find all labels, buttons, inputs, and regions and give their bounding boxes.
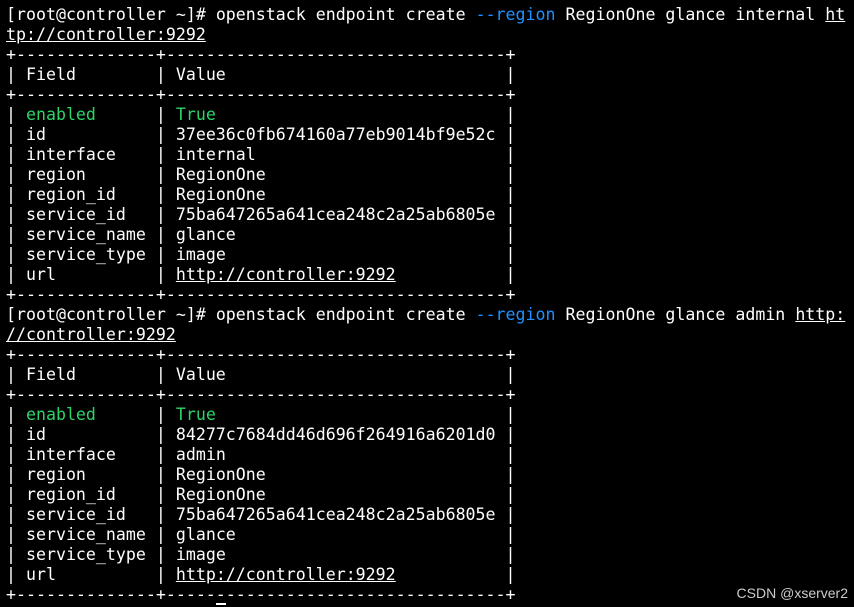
- table-cell-value: 84277c7684dd46d696f264916a6201d0: [175, 425, 496, 444]
- table-cell-field: service_name: [25, 225, 146, 244]
- table-row: | region_id | RegionOne |: [6, 185, 516, 204]
- table-header-row: | Field | Value |: [6, 65, 516, 84]
- command-text: openstack endpoint create: [215, 305, 466, 324]
- endpoint-url-link[interactable]: http:: [795, 305, 845, 324]
- endpoint-url-link[interactable]: ht: [825, 5, 845, 24]
- table-cell-value: internal: [175, 145, 256, 164]
- table-cell-field: region: [25, 165, 86, 184]
- table-cell-value: glance: [175, 525, 236, 544]
- table-cell-value[interactable]: http://controller:9292: [176, 565, 396, 584]
- table-row: | service_type | image |: [6, 545, 516, 564]
- table-cell-field: service_type: [25, 245, 146, 264]
- table-cell-field: region_id: [25, 185, 116, 204]
- command-text: openstack endpoint create: [215, 5, 466, 24]
- command-line: [root@controller ~]# openstack endpoint …: [6, 5, 854, 25]
- table-cell-field: service_name: [25, 525, 146, 544]
- table-cell-field: interface: [25, 445, 116, 464]
- table-cell-field: service_type: [25, 545, 146, 564]
- command-line-wrapped: //controller:9292: [6, 325, 854, 345]
- table-row: | service_type | image |: [6, 245, 516, 264]
- table-cell-value: True: [175, 405, 216, 424]
- table-row: | url | http://controller:9292 |: [6, 565, 516, 584]
- table-cell-value: RegionOne: [175, 485, 266, 504]
- endpoint-url-link[interactable]: tp://controller:9292: [6, 25, 206, 44]
- table-row: | id | 84277c7684dd46d696f264916a6201d0 …: [6, 425, 516, 444]
- table-border: +--------------+------------------------…: [6, 385, 854, 405]
- table-border: +--------------+------------------------…: [6, 285, 854, 305]
- command-option: --region: [475, 5, 556, 24]
- table-header-row: | Field | Value |: [6, 365, 516, 384]
- table-row: | service_id | 75ba647265a641cea248c2a25…: [6, 205, 516, 224]
- table-row: | region | RegionOne |: [6, 165, 516, 184]
- table-cell-value: image: [175, 545, 226, 564]
- table-row: | region | RegionOne |: [6, 465, 516, 484]
- table-border-text: +--------------+------------------------…: [6, 85, 516, 104]
- table-row: | service_name | glance |: [6, 225, 516, 244]
- table-cell-value: RegionOne: [175, 465, 266, 484]
- table-cell-value: glance: [175, 225, 236, 244]
- table-cell-value: 75ba647265a641cea248c2a25ab6805e: [175, 505, 496, 524]
- table-cell-field: id: [25, 125, 46, 144]
- table-cell-field: url: [25, 265, 56, 284]
- terminal-cursor: [216, 603, 226, 605]
- terminal-output[interactable]: [root@controller ~]# openstack endpoint …: [6, 5, 854, 605]
- table-cell-field: url: [25, 565, 56, 584]
- shell-prompt: [root@controller ~]#: [6, 305, 206, 324]
- table-row: | service_name | glance |: [6, 525, 516, 544]
- table-cell-value: RegionOne: [175, 165, 266, 184]
- table-header-value: Value: [175, 365, 226, 384]
- table-row: | service_id | 75ba647265a641cea248c2a25…: [6, 505, 516, 524]
- table-border-text: +--------------+------------------------…: [6, 385, 516, 404]
- table-cell-value: RegionOne: [175, 185, 266, 204]
- table-cell-field: id: [25, 425, 46, 444]
- table-cell-value: True: [175, 105, 216, 124]
- shell-prompt: [root@controller ~]#: [6, 5, 206, 24]
- table-header-value: Value: [175, 65, 226, 84]
- command-option: --region: [475, 305, 556, 324]
- table-row: | url | http://controller:9292 |: [6, 265, 516, 284]
- table-cell-value: image: [175, 245, 226, 264]
- table-cell-value: 37ee36c0fb674160a77eb9014bf9e52c: [175, 125, 496, 144]
- command-line-wrapped: tp://controller:9292: [6, 25, 854, 45]
- table-cell-field: service_id: [25, 505, 126, 524]
- command-args: RegionOne glance admin: [565, 305, 786, 324]
- table-border-text: +--------------+------------------------…: [6, 285, 516, 304]
- table-cell-field: service_id: [25, 205, 126, 224]
- table-border: +--------------+------------------------…: [6, 85, 854, 105]
- table-row: | region_id | RegionOne |: [6, 485, 516, 504]
- table-row: | interface | internal |: [6, 145, 516, 164]
- table-cell-value: 75ba647265a641cea248c2a25ab6805e: [175, 205, 496, 224]
- watermark: CSDN @xserver2: [736, 585, 848, 601]
- table-row: | id | 37ee36c0fb674160a77eb9014bf9e52c …: [6, 125, 516, 144]
- table-border: +--------------+------------------------…: [6, 345, 854, 365]
- command-args: RegionOne glance internal: [565, 5, 816, 24]
- table-border-text: +--------------+------------------------…: [6, 585, 516, 604]
- table-cell-value: admin: [175, 445, 226, 464]
- table-header-field: Field: [25, 65, 76, 84]
- table-cell-field: enabled: [25, 105, 96, 124]
- table-border-text: +--------------+------------------------…: [6, 345, 516, 364]
- table-cell-field: enabled: [25, 405, 96, 424]
- command-line: [root@controller ~]# openstack endpoint …: [6, 305, 854, 325]
- table-cell-field: interface: [25, 145, 116, 164]
- endpoint-url-link[interactable]: //controller:9292: [6, 325, 176, 344]
- table-cell-field: region: [25, 465, 86, 484]
- table-header-field: Field: [25, 365, 76, 384]
- table-cell-value[interactable]: http://controller:9292: [176, 265, 396, 284]
- table-row: | enabled | True |: [6, 105, 516, 124]
- table-border-text: +--------------+------------------------…: [6, 45, 516, 64]
- table-row: | enabled | True |: [6, 405, 516, 424]
- table-border: +--------------+------------------------…: [6, 45, 854, 65]
- table-row: | interface | admin |: [6, 445, 516, 464]
- table-cell-field: region_id: [25, 485, 116, 504]
- table-border: +--------------+------------------------…: [6, 585, 854, 605]
